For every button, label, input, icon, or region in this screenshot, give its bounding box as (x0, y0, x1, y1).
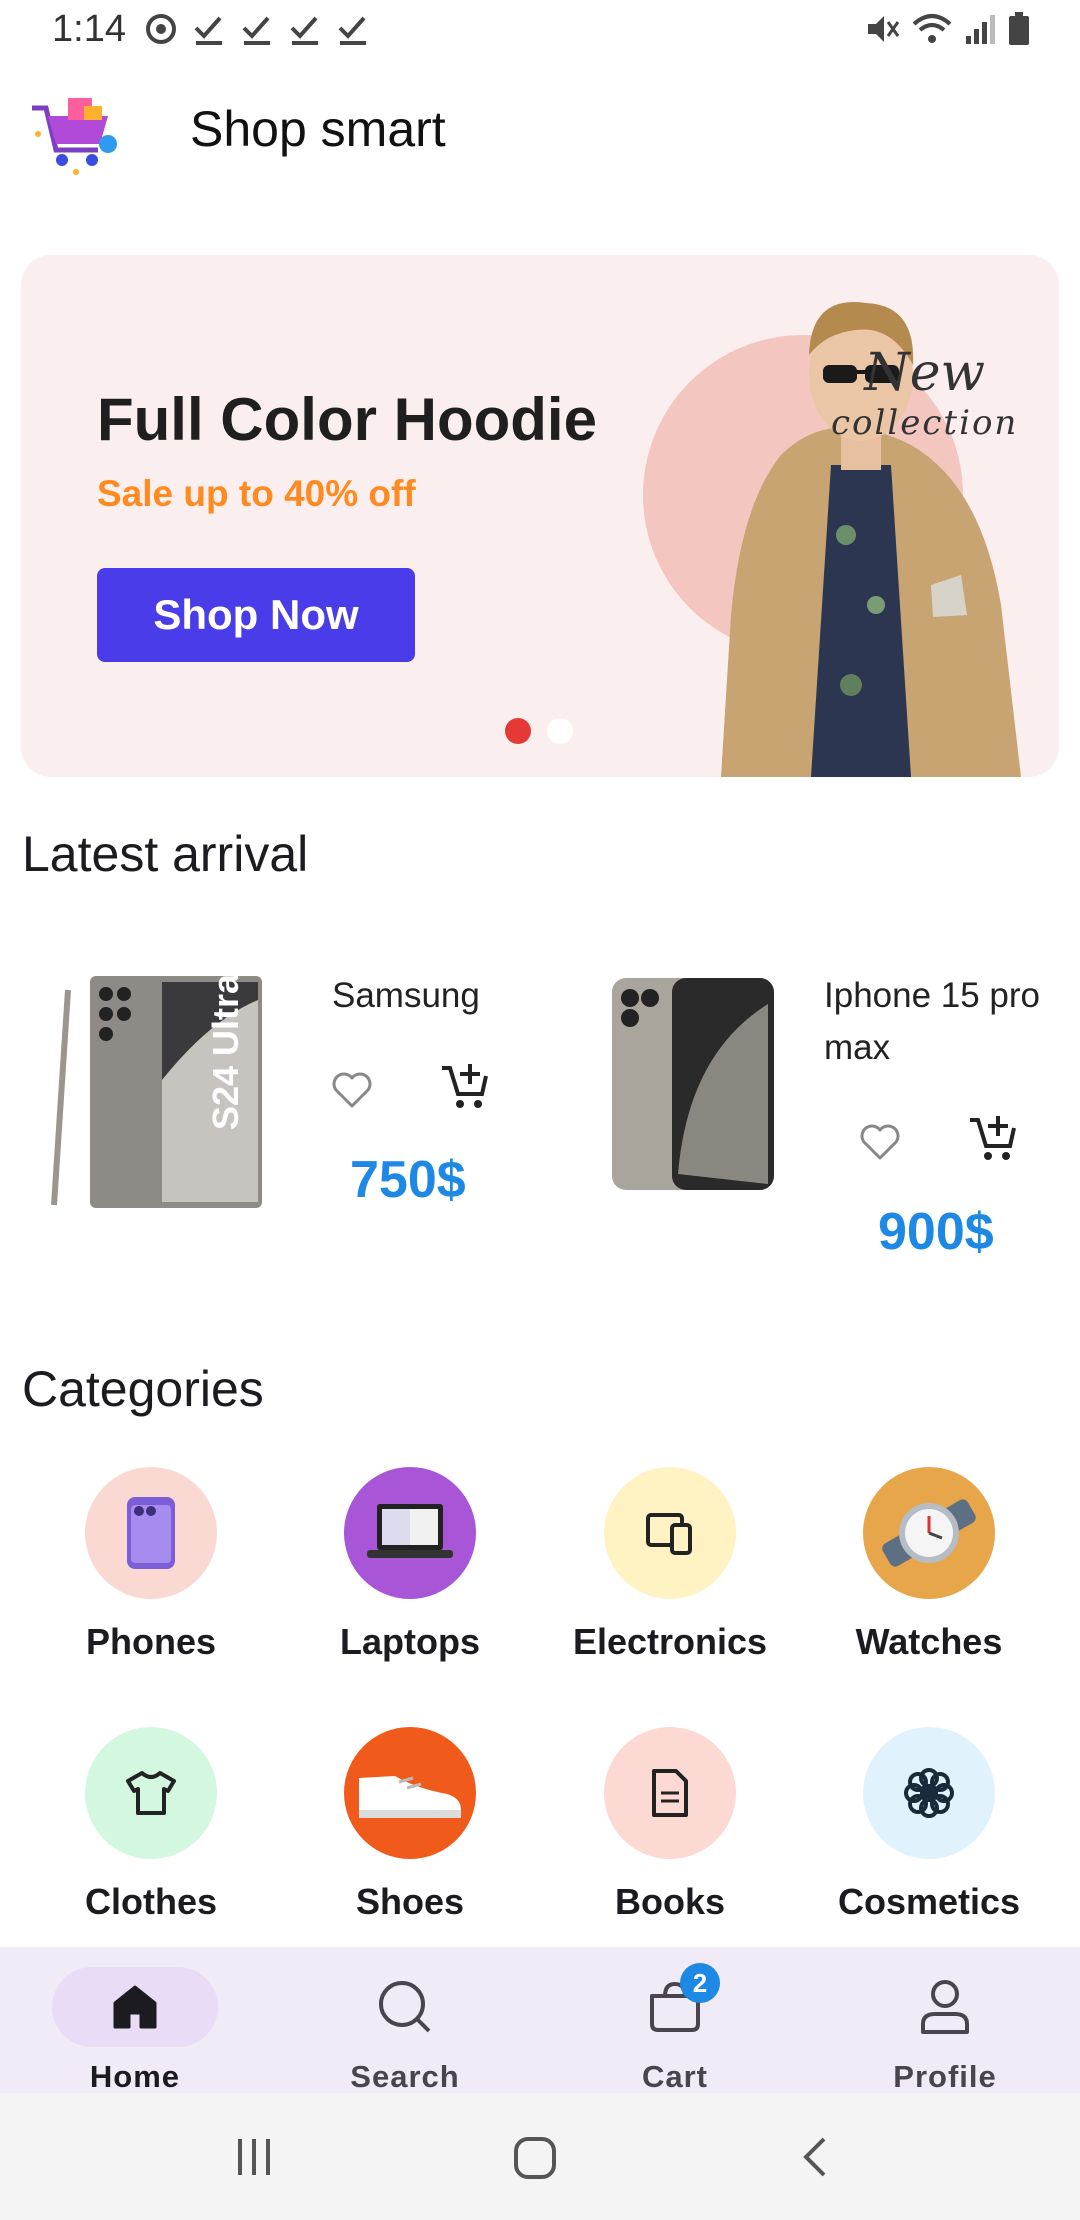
search-icon (270, 1967, 540, 2047)
category-books[interactable]: Books (555, 1727, 785, 1923)
category-label: Books (614, 1881, 726, 1922)
overlay-line1: New (864, 343, 986, 403)
phone-icon (85, 1467, 217, 1599)
new-collection-overlay: New collection (831, 343, 1018, 443)
check-notification-icon (338, 16, 366, 45)
status-notification-icons (144, 12, 370, 46)
promo-banner[interactable]: New collection Full Color Hoodie Sale up… (21, 255, 1059, 777)
category-shoes[interactable]: Shoes (295, 1727, 525, 1923)
carousel-dot-active[interactable] (505, 718, 531, 744)
category-label: Watches (855, 1621, 1003, 1662)
home-button-icon[interactable] (512, 2135, 558, 2181)
product-name: Iphone 15 pro max (824, 976, 1041, 1067)
check-notification-icon (242, 16, 270, 45)
category-label: Phones (85, 1621, 217, 1662)
category-label: Laptops (340, 1621, 480, 1662)
laptop-icon (344, 1467, 476, 1599)
cart-bag-icon: 2 (540, 1963, 810, 2047)
battery-icon (1009, 12, 1029, 45)
watch-icon (863, 1467, 995, 1599)
home-icon (52, 1967, 218, 2047)
devices-icon (604, 1467, 736, 1599)
category-label: Clothes (84, 1881, 217, 1922)
overlay-line2: collection (831, 403, 1019, 443)
category-clothes[interactable]: Clothes (36, 1727, 266, 1923)
shirt-icon (85, 1727, 217, 1859)
shoe-icon (344, 1727, 476, 1859)
categories-title: Categories (22, 1361, 264, 1417)
category-watches[interactable]: Watches (814, 1467, 1044, 1663)
samsung-phone-image: S24 Ultra (51, 973, 262, 1208)
check-notification-icon (290, 16, 318, 45)
product-card[interactable]: Iphone 15 pro max 900$ (600, 950, 1060, 1290)
category-cosmetics[interactable]: Cosmetics (814, 1727, 1044, 1923)
bottom-navigation: Home Search 2 Cart Profile (0, 1947, 1080, 2095)
recent-apps-icon[interactable] (232, 2135, 276, 2179)
category-electronics[interactable]: Electronics (555, 1467, 785, 1663)
status-system-icons (864, 12, 1030, 46)
mute-icon (868, 16, 900, 42)
nav-cart[interactable]: 2 Cart (540, 1963, 810, 2095)
category-label: Shoes (355, 1881, 465, 1922)
product-name: Samsung (332, 976, 480, 1015)
target-notification-icon (146, 14, 176, 44)
cart-badge: 2 (680, 1963, 720, 2003)
app-title: Shop smart (190, 101, 446, 157)
nav-label: Search (350, 2059, 460, 2094)
nav-label: Home (89, 2059, 181, 2094)
heart-icon[interactable] (330, 1068, 374, 1112)
add-to-cart-icon[interactable] (438, 1060, 490, 1112)
add-to-cart-icon[interactable] (966, 1112, 1018, 1164)
check-notification-icon (194, 16, 222, 45)
nav-search[interactable]: Search (270, 1967, 540, 2095)
category-phones[interactable]: Phones (36, 1467, 266, 1663)
carousel-dot[interactable] (547, 718, 573, 744)
flower-icon (863, 1727, 995, 1859)
wifi-icon (912, 14, 952, 43)
heart-icon[interactable] (858, 1120, 902, 1164)
document-icon (604, 1727, 736, 1859)
category-label: Electronics (572, 1621, 768, 1662)
banner-title: Full Color Hoodie (97, 386, 597, 453)
status-time: 1:14 (52, 8, 126, 50)
samsung-image-text: S24 Ultra (205, 973, 246, 1130)
nav-label: Cart (641, 2059, 708, 2094)
banner-subtitle: Sale up to 40% off (97, 473, 416, 514)
nav-home[interactable]: Home (0, 1967, 270, 2095)
system-navigation-bar (0, 2093, 1080, 2220)
category-laptops[interactable]: Laptops (295, 1467, 525, 1663)
nav-profile[interactable]: Profile (810, 1967, 1080, 2095)
shopping-cart-logo-icon (26, 88, 122, 178)
shop-now-button[interactable]: Shop Now (97, 568, 415, 662)
category-label: Cosmetics (837, 1881, 1021, 1922)
product-card[interactable]: S24 Ultra Samsung 750$ (40, 950, 520, 1250)
latest-arrival-title: Latest arrival (22, 826, 309, 882)
back-icon[interactable] (800, 2135, 830, 2179)
product-price: 750$ (350, 1151, 466, 1209)
profile-icon (810, 1967, 1080, 2047)
iphone-image (612, 978, 774, 1190)
nav-label: Profile (893, 2059, 997, 2094)
signal-icon (966, 15, 995, 44)
product-price: 900$ (878, 1203, 994, 1261)
